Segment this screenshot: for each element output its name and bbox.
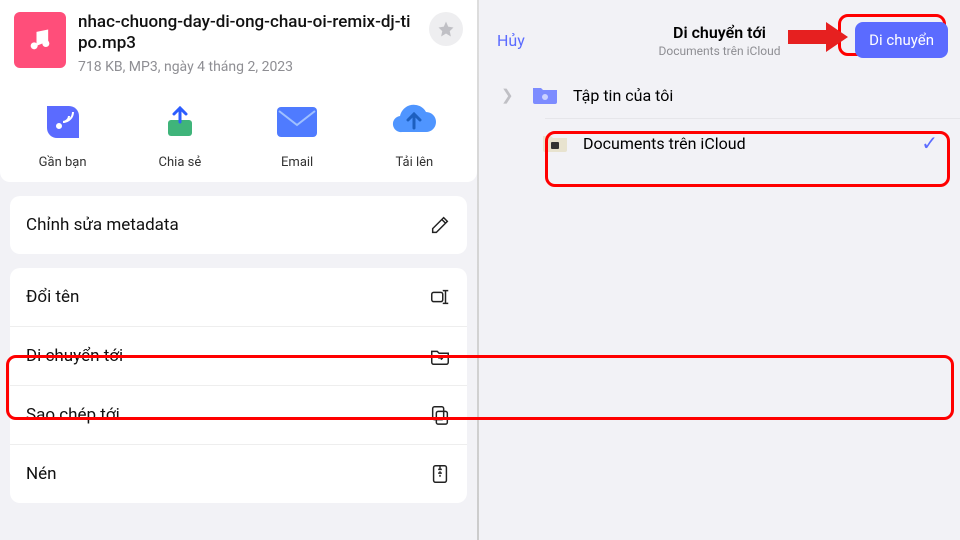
edit-icon [429, 214, 451, 236]
file-title-block: nhac-chuong-day-di-ong-chau-oi-remix-dj-… [78, 12, 417, 75]
rename-label: Đổi tên [26, 287, 79, 307]
right-pane: Hủy Di chuyển tới Documents trên iCloud … [479, 0, 960, 540]
share-nearby[interactable]: Gần bạn [4, 95, 121, 170]
copy-icon [429, 404, 451, 426]
rename-row[interactable]: Đổi tên [10, 268, 467, 326]
cloud-upload-icon [387, 95, 441, 149]
edit-metadata-label: Chỉnh sửa metadata [26, 215, 179, 235]
chevron-right-icon: ❯ [501, 86, 517, 104]
actions-card: Đổi tên Di chuyển tới Sao chép tới Nén [10, 268, 467, 503]
my-files-row[interactable]: ❯ Tập tin của tôi [479, 72, 960, 118]
share-nearby-label: Gần bạn [39, 155, 87, 170]
copy-to-label: Sao chép tới [26, 405, 120, 425]
file-meta: 718 KB, MP3, ngày 4 tháng 2, 2023 [78, 59, 417, 75]
compress-label: Nén [26, 464, 57, 484]
checkmark-icon: ✓ [921, 131, 938, 155]
folder-docs-icon [541, 132, 569, 154]
move-button[interactable]: Di chuyển [855, 22, 948, 58]
destination-header: Hủy Di chuyển tới Documents trên iCloud … [479, 0, 960, 72]
copy-to-row[interactable]: Sao chép tới [10, 385, 467, 444]
folder-icon [531, 84, 559, 106]
docs-icloud-row[interactable]: Documents trên iCloud ✓ [479, 119, 960, 167]
my-files-label: Tập tin của tôi [573, 86, 673, 105]
share-icon [153, 95, 207, 149]
share-upload-label: Tải lên [396, 155, 434, 170]
share-email[interactable]: Email [239, 95, 356, 170]
metadata-card: Chỉnh sửa metadata [10, 196, 467, 254]
rename-icon [429, 286, 451, 308]
zip-icon [429, 463, 451, 485]
share-upload[interactable]: Tải lên [356, 95, 473, 170]
file-music-icon [14, 12, 66, 68]
favorite-button[interactable] [429, 12, 463, 46]
email-icon [270, 95, 324, 149]
left-pane: nhac-chuong-day-di-ong-chau-oi-remix-dj-… [0, 0, 477, 540]
compress-row[interactable]: Nén [10, 444, 467, 503]
nearby-icon [36, 95, 90, 149]
folder-move-icon [429, 345, 451, 367]
move-to-row[interactable]: Di chuyển tới [10, 326, 467, 385]
move-to-label: Di chuyển tới [26, 346, 123, 366]
star-icon [437, 20, 455, 38]
file-header: nhac-chuong-day-di-ong-chau-oi-remix-dj-… [0, 0, 477, 85]
docs-icloud-label: Documents trên iCloud [583, 134, 746, 153]
share-row: Gần bạn Chia sẻ Email Tải lên [0, 85, 477, 182]
share-share[interactable]: Chia sẻ [121, 95, 238, 170]
file-name: nhac-chuong-day-di-ong-chau-oi-remix-dj-… [78, 12, 417, 55]
share-share-label: Chia sẻ [159, 155, 202, 170]
edit-metadata-row[interactable]: Chỉnh sửa metadata [10, 196, 467, 254]
share-email-label: Email [281, 155, 313, 170]
cancel-button[interactable]: Hủy [497, 31, 525, 50]
